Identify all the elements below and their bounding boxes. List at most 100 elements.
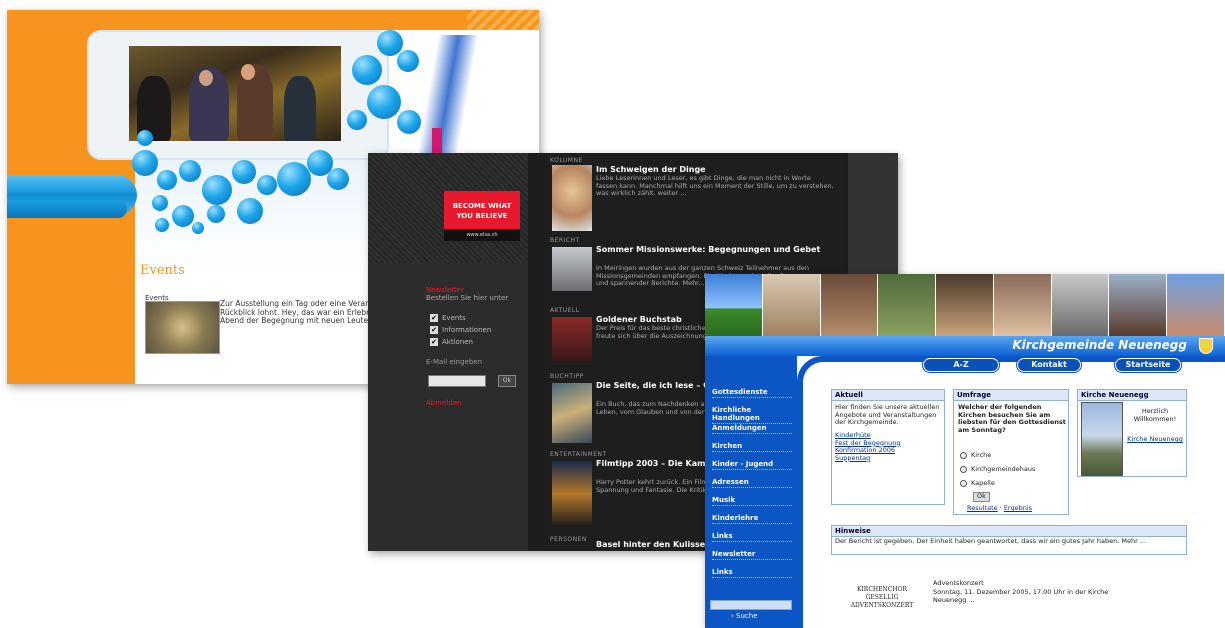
search-label: Suche	[736, 612, 758, 620]
checkbox-actions[interactable]: ✔ Aktionen	[430, 338, 473, 346]
aktuell-link[interactable]: Suppentag	[835, 454, 870, 462]
bubble	[347, 110, 367, 130]
sidebar-item-adressen[interactable]: Adressen	[712, 478, 792, 488]
concert-poster[interactable]: KIRCHENCHOR GESELLIG ADVENTSKONZERT	[843, 580, 921, 628]
sidebar-item-links[interactable]: Links	[712, 532, 792, 542]
panel-heading: Hinweise	[832, 526, 1186, 537]
news-image[interactable]	[552, 383, 592, 443]
kirche-greeting: Herzlich Willkommen!	[1133, 407, 1177, 423]
header-photo	[129, 46, 341, 141]
hinweise-text: Der Bericht ist gegeben. Der Einheit hab…	[835, 537, 1147, 545]
checkbox-checked-icon[interactable]: ✔	[430, 338, 438, 346]
bubble	[237, 198, 263, 224]
sidebar: Gottesdienste Kirchliche Handlungen Anme…	[705, 356, 797, 628]
umfrage-question: Welcher der folgenden Kirchen besuchen S…	[958, 403, 1066, 434]
email-input[interactable]	[428, 375, 486, 387]
kirche-link[interactable]: Kirche Neuenegg	[1127, 435, 1183, 443]
striped-decoration	[467, 10, 539, 30]
checkbox-events[interactable]: ✔ Events	[430, 314, 466, 322]
bubble	[377, 30, 403, 56]
brand-logo	[415, 35, 479, 165]
news-item[interactable]: Kolumne Im Schweigen der Dinge Liebe Les…	[550, 157, 840, 231]
radio-label: Kapelle	[971, 479, 995, 487]
newsletter-subtitle: Bestellen Sie hier unter	[426, 294, 509, 302]
radio-option[interactable]	[960, 452, 967, 459]
news-image[interactable]	[552, 317, 592, 361]
checkbox-info[interactable]: ✔ Informationen	[430, 326, 491, 334]
events-heading: Events	[140, 263, 185, 278]
ok-button[interactable]: Ok	[498, 375, 516, 387]
bubble	[277, 162, 311, 196]
news-body: Liebe Leserinnen und Leser, es gibt Ding…	[596, 174, 834, 197]
site-title: Kirchgemeinde Neuenegg	[1012, 338, 1187, 352]
sidebar-item-newsletter[interactable]: Newsletter	[712, 550, 792, 560]
umfrage-links: Resultate · Ergebnis	[967, 504, 1033, 512]
sidebar-item-anmeldungen[interactable]: Anmeldungen	[712, 424, 792, 434]
coat-of-arms-icon	[1199, 338, 1213, 354]
sidebar-item-handlungen[interactable]: Kirchliche Handlungen	[712, 406, 792, 424]
concert-title: Adventskonzert	[933, 579, 984, 587]
news-title[interactable]: Basel hinter den Kulissen	[596, 540, 711, 549]
nav-kontakt[interactable]: Kontakt	[1017, 358, 1081, 372]
orange-header	[7, 10, 539, 30]
checkbox-label: Aktionen	[442, 338, 473, 346]
checkbox-checked-icon[interactable]: ✔	[430, 326, 438, 334]
panel-heading: Aktuell	[832, 390, 944, 401]
unsubscribe-link[interactable]: Abmelden	[426, 399, 462, 407]
search-input[interactable]	[710, 600, 792, 610]
bubble	[157, 170, 177, 190]
checkbox-label: Events	[442, 314, 466, 322]
bubble	[397, 50, 419, 72]
bubble	[352, 55, 382, 85]
bubble	[257, 175, 277, 195]
checkbox-label: Informationen	[442, 326, 492, 334]
sidebar-item-musik[interactable]: Musik	[712, 496, 792, 506]
results-link[interactable]: Resultate	[967, 504, 998, 512]
bubble	[367, 85, 401, 119]
news-category: Bericht	[550, 237, 580, 244]
news-image[interactable]	[552, 165, 592, 231]
news-image[interactable]	[552, 247, 592, 291]
sidebar-item-kinderlehre[interactable]: Kinderlehre	[712, 514, 792, 524]
news-image[interactable]	[552, 461, 592, 527]
sidebar-item-kirchen[interactable]: Kirchen	[712, 442, 792, 452]
news-title[interactable]: Goldener Buchstab	[596, 315, 682, 324]
header-photo-strip	[705, 274, 1225, 336]
radio-label: Kirchgemeindehaus	[971, 465, 1036, 473]
bubble	[207, 205, 225, 223]
bubble	[232, 160, 256, 184]
checkbox-checked-icon[interactable]: ✔	[430, 314, 438, 322]
ergebnis-link[interactable]: Ergebnis	[1004, 504, 1032, 512]
nav-a-z[interactable]: A-Z	[923, 358, 999, 372]
email-label: E-Mail eingeben	[426, 358, 483, 366]
bubble	[202, 175, 232, 205]
church-photo[interactable]	[1081, 402, 1123, 476]
radio-option[interactable]	[960, 480, 967, 487]
radio-option[interactable]	[960, 466, 967, 473]
blue-tube-decoration-2	[7, 200, 127, 218]
kirche-link-wrap: Kirche Neuenegg	[1127, 435, 1183, 444]
aktuell-text: Hier finden Sie unsere aktuellen Angebot…	[835, 403, 940, 427]
newsletter-title: Newsletter	[426, 286, 464, 294]
screenshot-kirchgemeinde-site: Kirchgemeinde Neuenegg Gottesdienste Kir…	[705, 274, 1225, 628]
radio-label: Kirche	[971, 451, 992, 459]
vote-button[interactable]: Ok	[973, 492, 990, 502]
bubble	[327, 168, 349, 190]
search-button[interactable]: › Suche	[731, 612, 758, 620]
panel-heading: Kirche Neuenegg	[1078, 390, 1186, 401]
bubble	[155, 218, 169, 232]
bubble	[192, 222, 204, 234]
nav-startseite[interactable]: Startseite	[1115, 358, 1181, 372]
panel-heading: Umfrage	[954, 390, 1068, 401]
bubble	[172, 205, 194, 227]
news-title[interactable]: Sommer Missionswerke: Begegnungen und Ge…	[596, 245, 820, 254]
sidebar-item-jugend[interactable]: Kinder - Jugend	[712, 460, 792, 470]
news-category: Kolumne	[550, 157, 583, 164]
sidebar-item-gottesdienste[interactable]: Gottesdienste	[712, 388, 792, 398]
banner-url: www.elsa.ch	[444, 229, 520, 241]
sidebar-item-links-2[interactable]: Links	[712, 568, 792, 578]
bubble	[397, 110, 421, 134]
aktuell-links: Kinderhüte Fest der Begegnung Konfirmati…	[835, 431, 943, 462]
event-thumbnail[interactable]	[145, 301, 220, 354]
news-title[interactable]: Im Schweigen der Dinge	[596, 165, 706, 174]
